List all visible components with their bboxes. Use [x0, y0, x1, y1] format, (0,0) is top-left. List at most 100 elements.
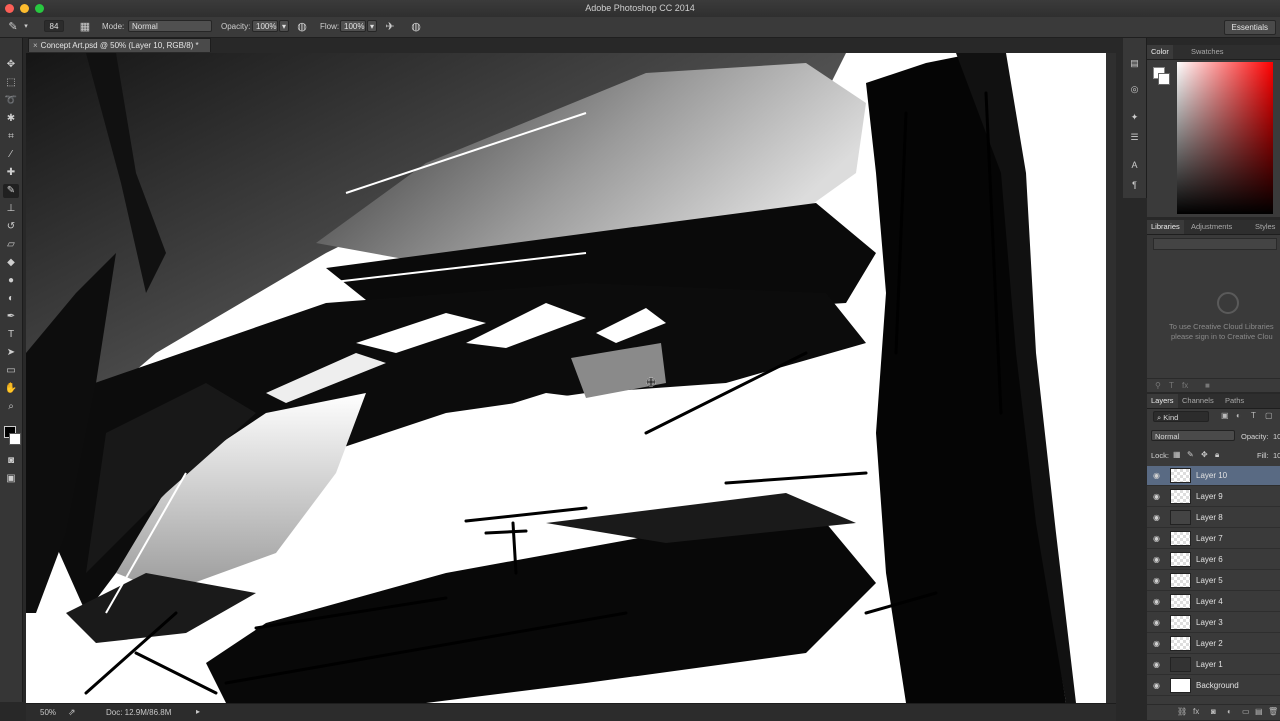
- move-icon[interactable]: ✥: [3, 58, 19, 72]
- tool-presets-icon[interactable]: ☰: [1127, 130, 1142, 144]
- add-fx-icon[interactable]: fx: [1182, 381, 1188, 390]
- layer-filter-select[interactable]: ⌕ Kind: [1153, 411, 1209, 422]
- workspace-switcher[interactable]: Essentials: [1223, 20, 1276, 35]
- brush-preset-icon[interactable]: ✎: [6, 20, 20, 34]
- history-icon[interactable]: ▤: [1127, 56, 1142, 70]
- path-select-icon[interactable]: ➤: [3, 346, 19, 360]
- tab-swatches[interactable]: Swatches: [1187, 45, 1228, 59]
- tab-libraries[interactable]: Libraries: [1147, 220, 1184, 234]
- crop-icon[interactable]: ⌗: [3, 130, 19, 144]
- canvas[interactable]: [26, 53, 1106, 703]
- pressure-opacity-icon[interactable]: ◍: [295, 20, 309, 34]
- close-icon[interactable]: ×: [33, 41, 38, 50]
- brush-size-field[interactable]: 84: [44, 20, 64, 32]
- screen-mode-icon[interactable]: ▣: [3, 472, 19, 486]
- airbrush-icon[interactable]: ✈: [383, 20, 397, 34]
- background-color-swatch[interactable]: [9, 433, 21, 445]
- lasso-icon[interactable]: ➰: [3, 94, 19, 108]
- layer-row[interactable]: ◉ Layer 9: [1147, 487, 1280, 507]
- blur-icon[interactable]: ●: [3, 274, 19, 288]
- new-layer-icon[interactable]: ▤: [1255, 707, 1263, 716]
- dodge-icon[interactable]: ◐: [3, 292, 19, 306]
- dropdown-arrow-icon[interactable]: ▾: [22, 20, 30, 34]
- add-graphic-icon[interactable]: ⚲: [1155, 381, 1161, 390]
- history-brush-icon[interactable]: ↺: [3, 220, 19, 234]
- tab-channels[interactable]: Channels: [1178, 394, 1218, 408]
- layer-row[interactable]: ◉ Layer 5: [1147, 571, 1280, 591]
- visibility-eye-icon[interactable]: ◉: [1153, 577, 1162, 585]
- tab-layers[interactable]: Layers: [1147, 394, 1178, 408]
- brush-panel-toggle-icon[interactable]: ▦: [78, 20, 92, 34]
- shape-icon[interactable]: ▭: [3, 364, 19, 378]
- document-tab[interactable]: × Concept Art.psd @ 50% (Layer 10, RGB/8)…: [28, 38, 211, 52]
- marquee-icon[interactable]: ⬚: [3, 76, 19, 90]
- zoom-icon[interactable]: ⌕: [3, 400, 19, 414]
- pressure-size-icon[interactable]: ◍: [409, 20, 423, 34]
- flow-dropdown-button[interactable]: ▾: [367, 20, 377, 32]
- filter-adjustment-icon[interactable]: ◐: [1236, 411, 1241, 420]
- paragraph-icon[interactable]: ¶: [1127, 178, 1142, 192]
- opacity-field[interactable]: 100%: [252, 20, 278, 32]
- type-icon[interactable]: T: [3, 328, 19, 342]
- new-adjustment-icon[interactable]: ◐: [1227, 707, 1232, 716]
- opacity-dropdown-button[interactable]: ▾: [279, 20, 289, 32]
- status-menu-arrow-icon[interactable]: ▸: [196, 707, 200, 716]
- layer-row[interactable]: ◉ Layer 1: [1147, 655, 1280, 675]
- hand-icon[interactable]: ✋: [3, 382, 19, 396]
- lock-all-icon[interactable]: 🔒︎: [1215, 450, 1219, 460]
- tab-adjustments[interactable]: Adjustments: [1187, 220, 1236, 234]
- quick-select-icon[interactable]: ✱: [3, 112, 19, 126]
- layer-row[interactable]: ◉ Layer 7: [1147, 529, 1280, 549]
- panel-bg-swatch[interactable]: [1158, 73, 1170, 85]
- new-group-icon[interactable]: ▭: [1242, 707, 1250, 716]
- lock-transparency-icon[interactable]: ▦: [1173, 450, 1181, 459]
- brush-presets-icon[interactable]: ✦: [1127, 110, 1142, 124]
- mode-select[interactable]: Normal: [128, 20, 212, 32]
- filter-pixel-icon[interactable]: ▣: [1221, 411, 1229, 420]
- quick-mask-icon[interactable]: ◙: [3, 454, 19, 468]
- layer-row[interactable]: ◉ Layer 4: [1147, 592, 1280, 612]
- visibility-eye-icon[interactable]: ◉: [1153, 556, 1162, 564]
- layer-row[interactable]: ◉ Layer 10: [1147, 466, 1280, 486]
- healing-brush-icon[interactable]: ✚: [3, 166, 19, 180]
- visibility-eye-icon[interactable]: ◉: [1153, 493, 1162, 501]
- properties-icon[interactable]: ◎: [1127, 82, 1142, 96]
- delete-layer-icon[interactable]: 🗑︎: [1268, 707, 1278, 716]
- clone-stamp-icon[interactable]: ⊥: [3, 202, 19, 216]
- library-select[interactable]: [1153, 238, 1277, 250]
- link-layers-icon[interactable]: ⛓: [1177, 707, 1187, 716]
- layer-opacity-field[interactable]: 10: [1273, 432, 1280, 441]
- fill-field[interactable]: 10: [1273, 451, 1280, 460]
- add-mask-icon[interactable]: ◙: [1211, 707, 1216, 716]
- tab-styles[interactable]: Styles: [1251, 220, 1279, 234]
- flow-field[interactable]: 100%: [340, 20, 366, 32]
- visibility-eye-icon[interactable]: ◉: [1153, 640, 1162, 648]
- visibility-eye-icon[interactable]: ◉: [1153, 619, 1162, 627]
- character-icon[interactable]: A: [1127, 158, 1142, 172]
- canvas-vertical-scrollbar[interactable]: [1106, 53, 1116, 703]
- pen-icon[interactable]: ✒: [3, 310, 19, 324]
- layer-row[interactable]: ◉ Layer 3: [1147, 613, 1280, 633]
- paint-bucket-icon[interactable]: ◆: [3, 256, 19, 270]
- tab-color[interactable]: Color: [1147, 45, 1173, 59]
- layer-row[interactable]: ◉ Layer 8: [1147, 508, 1280, 528]
- add-style-icon[interactable]: fx: [1193, 707, 1199, 716]
- filter-shape-icon[interactable]: ▢: [1265, 411, 1273, 420]
- filter-type-icon[interactable]: T: [1251, 411, 1256, 420]
- lock-pixels-icon[interactable]: ✎: [1187, 450, 1194, 459]
- add-text-icon[interactable]: T: [1169, 381, 1174, 390]
- layer-row[interactable]: ◉ Layer 2: [1147, 634, 1280, 654]
- tab-paths[interactable]: Paths: [1221, 394, 1248, 408]
- visibility-eye-icon[interactable]: ◉: [1153, 535, 1162, 543]
- layer-row[interactable]: ◉ Background: [1147, 676, 1280, 696]
- export-icon[interactable]: ⇗: [68, 707, 76, 718]
- eyedropper-icon[interactable]: ⁄: [3, 148, 19, 162]
- blend-mode-select[interactable]: Normal: [1151, 430, 1235, 441]
- visibility-eye-icon[interactable]: ◉: [1153, 661, 1162, 669]
- color-picker-field[interactable]: [1177, 62, 1273, 214]
- eraser-icon[interactable]: ▱: [3, 238, 19, 252]
- visibility-eye-icon[interactable]: ◉: [1153, 682, 1162, 690]
- brush-icon[interactable]: ✎: [3, 184, 19, 198]
- add-color-icon[interactable]: ■: [1205, 381, 1210, 390]
- layer-row[interactable]: ◉ Layer 6: [1147, 550, 1280, 570]
